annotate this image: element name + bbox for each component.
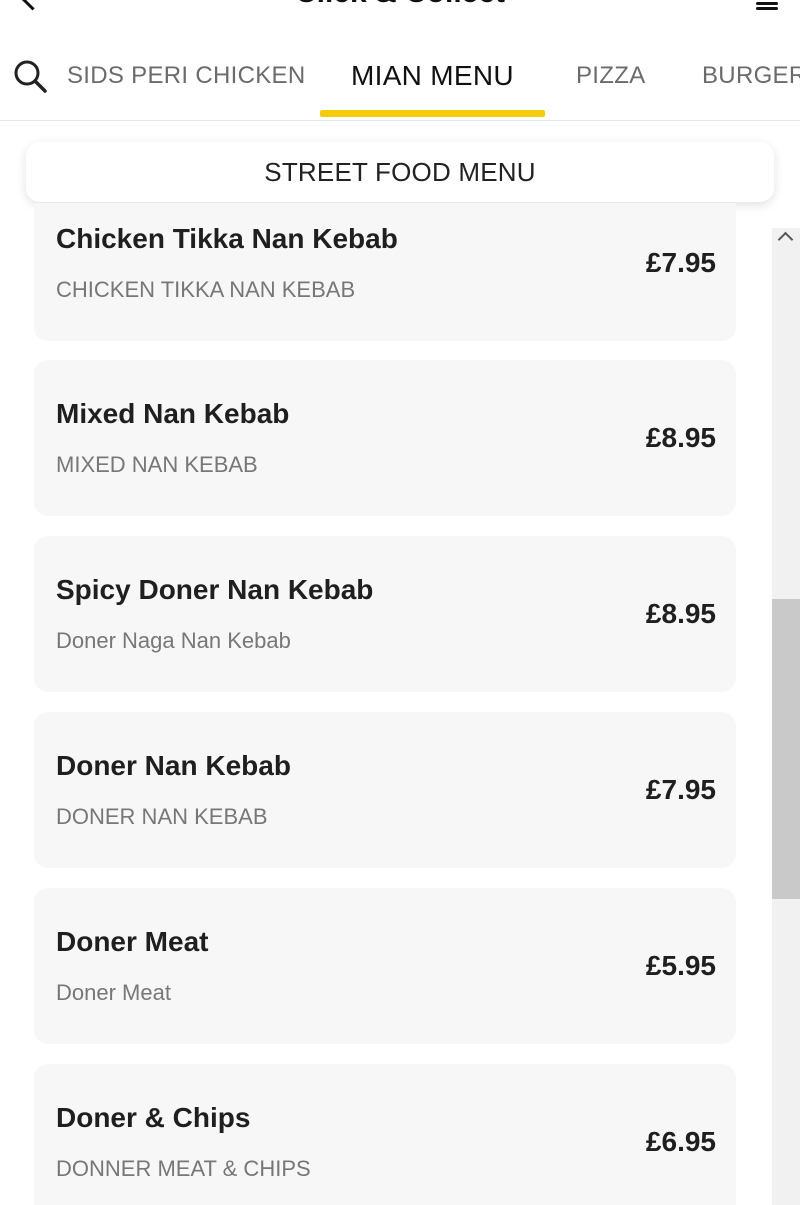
item-price: £7.95 [645,247,716,278]
menu-item-card[interactable]: Mixed Nan Kebab MIXED NAN KEBAB £8.95 [34,360,736,516]
item-description: Doner Meat [56,980,171,1005]
item-price: £8.95 [645,422,716,453]
subcategory-button[interactable]: STREET FOOD MENU [26,142,774,202]
tab-pizza[interactable]: PIZZA [576,62,646,90]
item-name: Spicy Doner Nan Kebab [56,574,374,605]
item-price: £6.95 [645,1126,716,1157]
item-name: Chicken Tikka Nan Kebab [56,223,398,254]
item-name: Mixed Nan Kebab [56,398,290,429]
tab-sids-peri-chicken[interactable]: SIDS PERI CHICKEN [67,62,305,90]
hamburger-menu-icon[interactable] [756,0,778,10]
active-tab-indicator [320,110,545,117]
item-description: MIXED NAN KEBAB [56,452,258,477]
menu-item-card[interactable]: Chicken Tikka Nan Kebab CHICKEN TIKKA NA… [34,203,736,341]
menu-item-card[interactable]: Doner & Chips DONNER MEAT & CHIPS £6.95 [34,1064,736,1205]
menu-item-card[interactable]: Doner Nan Kebab DONER NAN KEBAB £7.95 [34,712,736,868]
scrollbar[interactable] [772,228,800,1205]
page-title: Click & Collect [0,0,800,10]
menu-item-card[interactable]: Doner Meat Doner Meat £5.95 [34,888,736,1044]
item-name: Doner Nan Kebab [56,750,291,781]
item-name: Doner & Chips [56,1102,251,1133]
item-description: DONNER MEAT & CHIPS [56,1156,311,1181]
tab-burger[interactable]: BURGER [702,62,800,90]
top-header: Click & Collect [0,0,800,30]
menu-item-card[interactable]: Spicy Doner Nan Kebab Doner Naga Nan Keb… [34,536,736,692]
category-tab-bar: SIDS PERI CHICKEN MIAN MENU PIZZA BURGER [0,30,800,121]
item-price: £7.95 [645,774,716,805]
tab-mian-menu[interactable]: MIAN MENU [351,60,514,92]
item-description: DONER NAN KEBAB [56,804,268,829]
menu-item-list: Chicken Tikka Nan Kebab CHICKEN TIKKA NA… [0,203,800,1205]
scrollbar-thumb[interactable] [772,599,800,899]
item-description: Doner Naga Nan Kebab [56,628,291,653]
item-price: £5.95 [645,950,716,981]
item-description: CHICKEN TIKKA NAN KEBAB [56,277,356,302]
scroll-up-arrow-icon[interactable] [777,231,794,248]
item-name: Doner Meat [56,926,209,957]
item-price: £8.95 [645,598,716,629]
search-icon[interactable] [12,58,48,94]
